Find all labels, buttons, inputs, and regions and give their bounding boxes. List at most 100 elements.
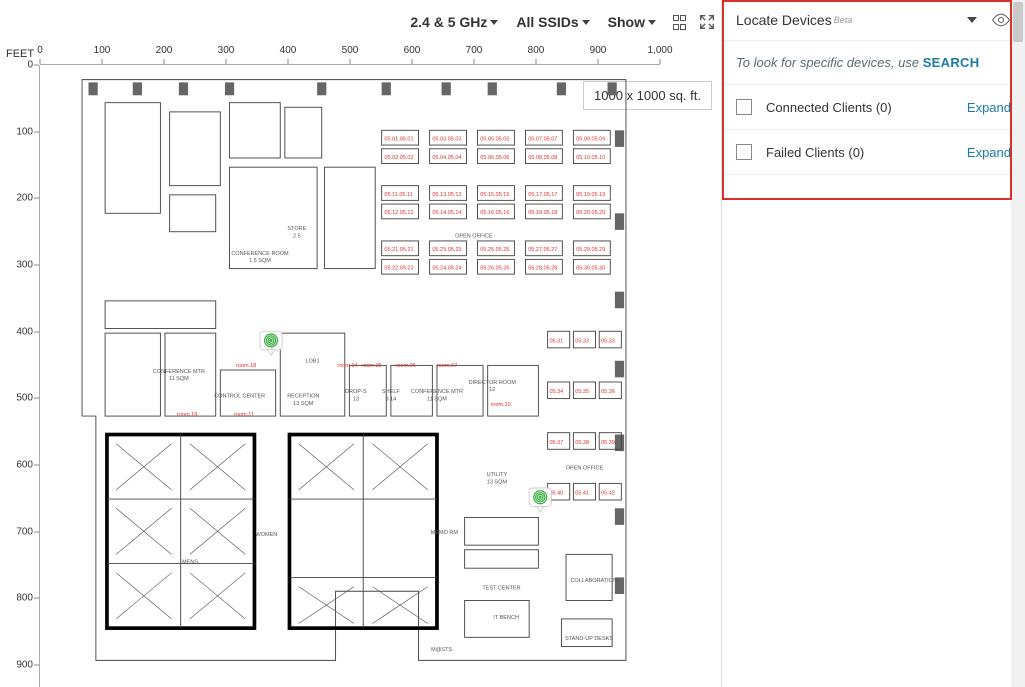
svg-text:13 SQM: 13 SQM [487,479,508,485]
svg-text:DIRECTOR ROOM: DIRECTOR ROOM [469,380,517,386]
svg-text:IT BENCH: IT BENCH [493,615,519,621]
failed-clients-row: Failed Clients (0) Expand [722,130,1025,175]
svg-text:LOB1: LOB1 [305,359,319,365]
svg-text:RECEPTION: RECEPTION [287,394,319,400]
panel-caret-icon [967,17,977,23]
svg-text:room.11: room.11 [234,412,254,418]
floorplan: 05.01.05.0105.02.05.0205.03.05.0305.04.0… [54,75,654,665]
failed-label: Failed Clients (0) [766,145,864,160]
svg-text:05.16.05.16: 05.16.05.16 [480,210,509,216]
svg-text:MENS: MENS [182,560,198,566]
map-toolbar: 2.4 & 5 GHz All SSIDs Show [406,12,716,32]
svg-text:05.15.05.15: 05.15.05.15 [480,192,509,198]
eye-icon[interactable] [991,13,1011,27]
ruler-left: 0100200300400500600700800900 [0,65,40,687]
ruler-left-tick: 900 [16,660,33,671]
svg-text:STAND-UP DESKS: STAND-UP DESKS [565,636,613,642]
band-dropdown[interactable]: 2.4 & 5 GHz [406,12,502,32]
svg-text:05.13.05.13: 05.13.05.13 [432,192,461,198]
ruler-left-tick: 100 [16,126,33,137]
caret-icon [648,20,656,25]
panel-header[interactable]: Locate Devices Beta [722,0,1025,41]
svg-text:12: 12 [489,387,495,393]
svg-text:05.31: 05.31 [549,338,563,344]
beta-badge: Beta [834,15,853,25]
svg-text:05.29.05.29: 05.29.05.29 [576,247,605,253]
ruler-top-tick: 600 [404,45,421,56]
connected-expand[interactable]: Expand [967,100,1011,115]
connected-label: Connected Clients (0) [766,100,892,115]
ap-marker[interactable] [260,331,282,355]
svg-text:05.35: 05.35 [575,389,589,395]
svg-text:room.04: room.04 [337,363,357,369]
svg-text:05.39: 05.39 [601,440,615,446]
svg-text:room.19: room.19 [177,412,197,418]
svg-text:11 SQM: 11 SQM [427,396,447,402]
failed-expand[interactable]: Expand [967,145,1011,160]
ap-marker[interactable] [529,488,551,512]
ruler-left-tick: 200 [16,193,33,204]
svg-text:05.14.05.14: 05.14.05.14 [432,210,461,216]
svg-text:05.18.05.18: 05.18.05.18 [528,210,557,216]
ruler-left-tick: 800 [16,593,33,604]
svg-text:05.34: 05.34 [549,389,563,395]
ruler-top-tick: 200 [156,45,173,56]
svg-text:8 14: 8 14 [386,396,397,402]
svg-text:05.26.05.26: 05.26.05.26 [480,266,509,272]
ssid-dropdown[interactable]: All SSIDs [512,12,593,32]
svg-text:room.06: room.06 [395,363,415,369]
ruler-left-tick: 0 [27,60,33,71]
connected-clients-row: Connected Clients (0) Expand [722,85,1025,130]
fit-icon[interactable] [670,13,688,31]
svg-text:UTILITY: UTILITY [487,472,508,478]
show-dropdown[interactable]: Show [604,12,660,32]
svg-text:room.10: room.10 [490,402,510,408]
svg-text:CONFERENCE MTR: CONFERENCE MTR [153,369,205,375]
svg-text:05.33: 05.33 [601,338,615,344]
svg-text:13: 13 [353,396,359,402]
search-link[interactable]: SEARCH [923,55,980,70]
panel-title: Locate Devices [736,12,832,28]
ruler-top-tick: 0 [37,45,43,56]
svg-text:M@STS: M@STS [431,647,452,653]
floorplan-svg: 05.01.05.0105.02.05.0205.03.05.0305.04.0… [54,75,654,665]
svg-text:05.41: 05.41 [575,490,589,496]
ruler-left-tick: 300 [16,260,33,271]
svg-text:05.23.05.23: 05.23.05.23 [432,247,461,253]
svg-text:05.10.05.10: 05.10.05.10 [576,155,605,161]
svg-text:05.02.05.02: 05.02.05.02 [384,155,413,161]
scrollbar-thumb[interactable] [1013,2,1023,42]
svg-text:05.22.05.22: 05.22.05.22 [384,266,413,272]
ruler-left-tick: 400 [16,326,33,337]
svg-text:05.27.05.27: 05.27.05.27 [528,247,557,253]
svg-text:11 SQM: 11 SQM [169,376,189,382]
svg-text:05.19.05.19: 05.19.05.19 [576,192,605,198]
svg-text:05.09.05.09: 05.09.05.09 [576,136,605,142]
connected-checkbox[interactable] [736,99,752,115]
svg-text:COLLABORATION: COLLABORATION [570,578,617,584]
svg-text:05.12.05.12: 05.12.05.12 [384,210,413,216]
fullscreen-icon[interactable] [698,13,716,31]
ruler-left-tick: 700 [16,526,33,537]
show-label: Show [608,14,645,30]
ruler-top: 01002003004005006007008009001,000 [40,45,660,65]
svg-text:05.03.05.03: 05.03.05.03 [432,136,461,142]
svg-text:CONFERENCE MTR: CONFERENCE MTR [411,389,463,395]
ruler-top-tick: 1,000 [647,45,672,56]
svg-text:05.04.05.04: 05.04.05.04 [432,155,461,161]
svg-text:05.20.05.20: 05.20.05.20 [576,210,605,216]
svg-text:STORE: STORE [287,226,306,232]
ssid-label: All SSIDs [516,14,578,30]
svg-text:2.5: 2.5 [293,233,301,239]
help-text: To look for specific devices, use [736,55,919,70]
map-viewport[interactable]: 1000 x 1000 sq. ft. [40,65,712,679]
failed-checkbox[interactable] [736,144,752,160]
svg-text:room.18: room.18 [236,363,256,369]
svg-text:05.06.05.06: 05.06.05.06 [480,155,509,161]
ruler-top-tick: 900 [590,45,607,56]
ruler-top-tick: 400 [280,45,297,56]
svg-text:OPEN OFFICE: OPEN OFFICE [566,466,604,472]
svg-text:05.37: 05.37 [549,440,563,446]
ruler-left-tick: 600 [16,460,33,471]
scrollbar[interactable] [1011,0,1025,687]
